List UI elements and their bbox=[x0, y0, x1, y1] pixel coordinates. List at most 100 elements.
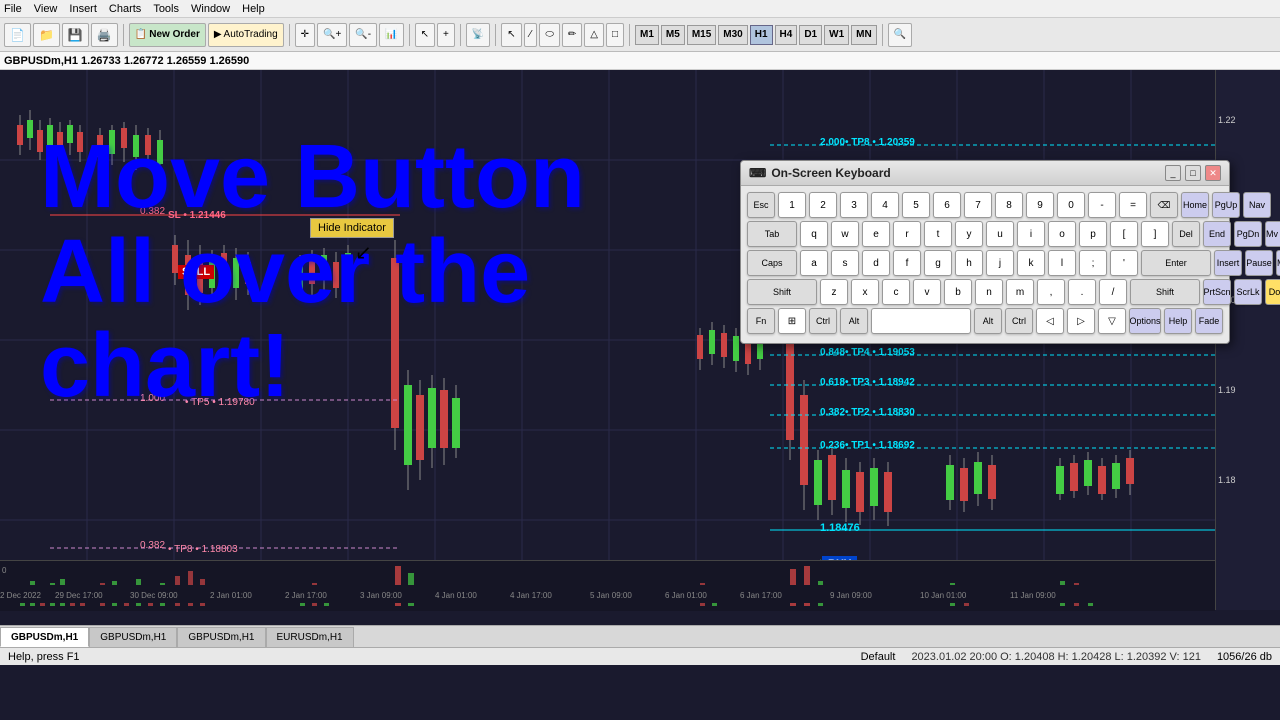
key-0[interactable]: 0 bbox=[1057, 192, 1085, 218]
tab-eurusdm-h1[interactable]: EURUSDm,H1 bbox=[266, 627, 354, 647]
key-win[interactable]: ⊞ bbox=[778, 308, 806, 334]
key-arrow-left[interactable]: ◁ bbox=[1036, 308, 1064, 334]
signal-button[interactable]: 📡 bbox=[466, 23, 490, 47]
tf-h1[interactable]: H1 bbox=[750, 25, 773, 45]
minimize-button[interactable]: _ bbox=[1165, 165, 1181, 181]
key-help[interactable]: Help bbox=[1164, 308, 1192, 334]
key-pgup[interactable]: PgUp bbox=[1212, 192, 1240, 218]
key-del[interactable]: Del bbox=[1172, 221, 1200, 247]
maximize-button[interactable]: □ bbox=[1185, 165, 1201, 181]
tf-m15[interactable]: M15 bbox=[687, 25, 716, 45]
tf-w1[interactable]: W1 bbox=[824, 25, 849, 45]
key-minus[interactable]: - bbox=[1088, 192, 1116, 218]
key-t[interactable]: t bbox=[924, 221, 952, 247]
key-arrow-down[interactable]: ▽ bbox=[1098, 308, 1126, 334]
zoom-out-button[interactable]: 🔍- bbox=[349, 23, 377, 47]
key-9[interactable]: 9 bbox=[1026, 192, 1054, 218]
key-prtscn[interactable]: PrtScn bbox=[1203, 279, 1231, 305]
key-k[interactable]: k bbox=[1017, 250, 1045, 276]
open-button[interactable]: 📁 bbox=[33, 23, 60, 47]
chart-type-button[interactable]: 📊 bbox=[379, 23, 403, 47]
key-l[interactable]: l bbox=[1048, 250, 1076, 276]
key-fade[interactable]: Fade bbox=[1195, 308, 1223, 334]
menu-window[interactable]: Window bbox=[191, 3, 230, 15]
key-q[interactable]: q bbox=[800, 221, 828, 247]
key-1[interactable]: 1 bbox=[778, 192, 806, 218]
key-n[interactable]: n bbox=[975, 279, 1003, 305]
menu-charts[interactable]: Charts bbox=[109, 3, 141, 15]
key-p[interactable]: p bbox=[1079, 221, 1107, 247]
key-fn[interactable]: Fn bbox=[747, 308, 775, 334]
key-r[interactable]: r bbox=[893, 221, 921, 247]
key-s[interactable]: s bbox=[831, 250, 859, 276]
close-button[interactable]: ✕ bbox=[1205, 165, 1221, 181]
key-h[interactable]: h bbox=[955, 250, 983, 276]
key-7[interactable]: 7 bbox=[964, 192, 992, 218]
key-2[interactable]: 2 bbox=[809, 192, 837, 218]
new-order-button[interactable]: 📋 New Order bbox=[129, 23, 206, 47]
key-options[interactable]: Options bbox=[1129, 308, 1161, 334]
key-ctrl-right[interactable]: Ctrl bbox=[1005, 308, 1033, 334]
key-alt-right[interactable]: Alt bbox=[974, 308, 1002, 334]
key-home[interactable]: Home bbox=[1181, 192, 1209, 218]
key-e[interactable]: e bbox=[862, 221, 890, 247]
key-b[interactable]: b bbox=[944, 279, 972, 305]
key-j[interactable]: j bbox=[986, 250, 1014, 276]
key-end[interactable]: End bbox=[1203, 221, 1231, 247]
key-semicolon[interactable]: ; bbox=[1079, 250, 1107, 276]
key-rbracket[interactable]: ] bbox=[1141, 221, 1169, 247]
tab-gbpusdm-h1-3[interactable]: GBPUSDm,H1 bbox=[177, 627, 265, 647]
key-v[interactable]: v bbox=[913, 279, 941, 305]
tf-h4[interactable]: H4 bbox=[775, 25, 798, 45]
autotrading-button[interactable]: ▶ AutoTrading bbox=[208, 23, 284, 47]
key-insert[interactable]: Insert bbox=[1214, 250, 1242, 276]
key-d[interactable]: d bbox=[862, 250, 890, 276]
key-8[interactable]: 8 bbox=[995, 192, 1023, 218]
draw-line-tool[interactable]: ⁄ bbox=[524, 23, 538, 47]
draw-triangle-tool[interactable]: △ bbox=[584, 23, 604, 47]
key-5[interactable]: 5 bbox=[902, 192, 930, 218]
print-button[interactable]: 🖨️ bbox=[91, 23, 118, 47]
key-caps[interactable]: Caps bbox=[747, 250, 797, 276]
key-o[interactable]: o bbox=[1048, 221, 1076, 247]
crosshair-button[interactable]: ✛ bbox=[295, 23, 315, 47]
draw-rect-tool[interactable]: □ bbox=[606, 23, 624, 47]
key-y[interactable]: y bbox=[955, 221, 983, 247]
key-arrow-right[interactable]: ▷ bbox=[1067, 308, 1095, 334]
key-ctrl-left[interactable]: Ctrl bbox=[809, 308, 837, 334]
key-pause[interactable]: Pause bbox=[1245, 250, 1273, 276]
tab-gbpusdm-h1-2[interactable]: GBPUSDm,H1 bbox=[89, 627, 177, 647]
key-z[interactable]: z bbox=[820, 279, 848, 305]
key-esc[interactable]: Esc bbox=[747, 192, 775, 218]
key-u[interactable]: u bbox=[986, 221, 1014, 247]
key-i[interactable]: i bbox=[1017, 221, 1045, 247]
key-equals[interactable]: = bbox=[1119, 192, 1147, 218]
chart-area[interactable]: 1.22 1.21 1.20 1.19 1.18 Move Button All… bbox=[0, 70, 1280, 665]
key-pgdn[interactable]: PgDn bbox=[1234, 221, 1262, 247]
key-mvup[interactable]: Mv Up bbox=[1265, 221, 1280, 247]
key-comma[interactable]: , bbox=[1037, 279, 1065, 305]
key-x[interactable]: x bbox=[851, 279, 879, 305]
key-tab[interactable]: Tab bbox=[747, 221, 797, 247]
save-button[interactable]: 💾 bbox=[62, 23, 89, 47]
draw-pen-tool[interactable]: ✏ bbox=[562, 23, 582, 47]
tf-mn[interactable]: MN bbox=[851, 25, 877, 45]
key-3[interactable]: 3 bbox=[840, 192, 868, 218]
menu-file[interactable]: File bbox=[4, 3, 22, 15]
new-chart-button[interactable]: 📄 bbox=[4, 23, 31, 47]
key-4[interactable]: 4 bbox=[871, 192, 899, 218]
key-g[interactable]: g bbox=[924, 250, 952, 276]
key-alt-left[interactable]: Alt bbox=[840, 308, 868, 334]
arrow-button[interactable]: ↖ bbox=[415, 23, 435, 47]
key-backspace[interactable]: ⌫ bbox=[1150, 192, 1178, 218]
key-c[interactable]: c bbox=[882, 279, 910, 305]
key-6[interactable]: 6 bbox=[933, 192, 961, 218]
hide-indicator-button[interactable]: Hide Indicator bbox=[310, 218, 394, 238]
menu-tools[interactable]: Tools bbox=[153, 3, 179, 15]
key-enter[interactable]: Enter bbox=[1141, 250, 1211, 276]
menu-help[interactable]: Help bbox=[242, 3, 265, 15]
menu-view[interactable]: View bbox=[34, 3, 58, 15]
key-f[interactable]: f bbox=[893, 250, 921, 276]
key-slash[interactable]: / bbox=[1099, 279, 1127, 305]
key-lbracket[interactable]: [ bbox=[1110, 221, 1138, 247]
